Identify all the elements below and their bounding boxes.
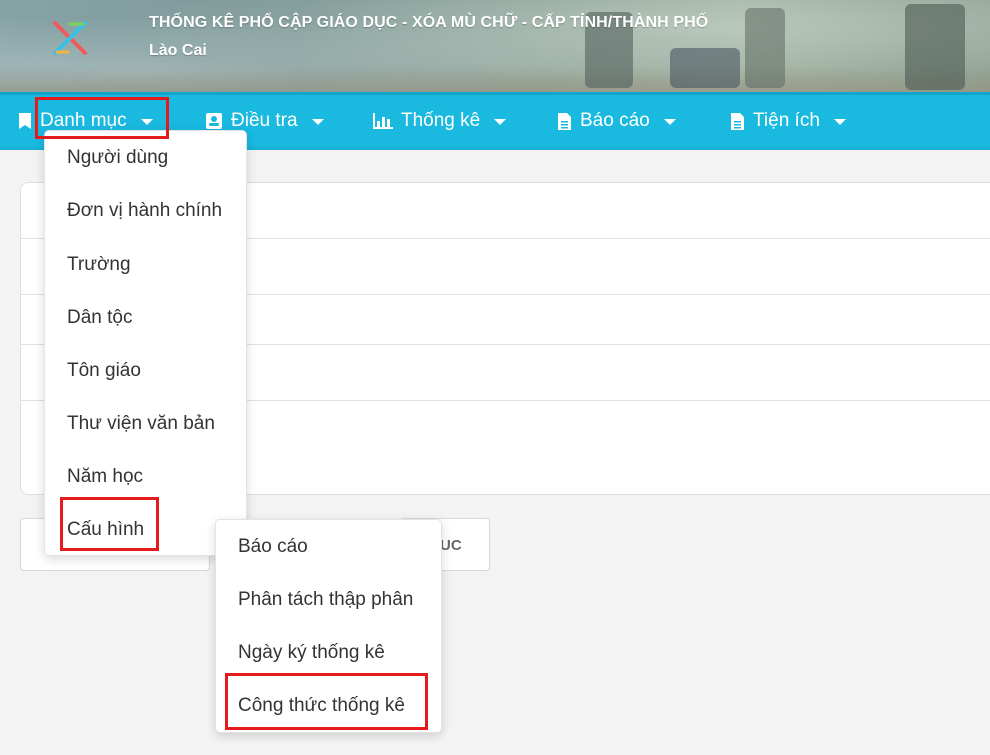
chevron-down-icon [833,119,846,125]
contact-card-icon [206,113,222,129]
submenu-item-label: Ngày ký thống kê [238,641,385,663]
chevron-down-icon [663,119,676,125]
menu-item-label: Đơn vị hành chính [67,199,223,221]
banner-scene-figure [905,4,965,90]
menu-item-thu-vien-van-ban[interactable]: Thư viện văn bản [45,397,246,450]
menu-item-label: Năm học [67,465,144,487]
menu-item-dan-toc[interactable]: Dân tộc [45,291,246,344]
document-icon [558,112,571,130]
chevron-down-icon [494,119,507,125]
nav-label: Tiện ích [753,110,820,131]
submenu-item-label: Phân tách thập phân [238,588,414,610]
banner-ground [0,66,990,92]
banner-scene-figure [670,48,740,88]
nav-item-tien-ich[interactable]: Tiện ích [730,95,846,147]
highlight-box-cong-thuc-thong-ke [225,673,428,730]
colorful-x-logo-icon[interactable] [50,18,90,58]
header-banner: THỐNG KÊ PHỔ CẬP GIÁO DỤC - XÓA MÙ CHỮ -… [0,0,990,92]
danh-muc-dropdown: Người dùng Đơn vị hành chính Trường Dân … [44,130,247,556]
menu-item-truong[interactable]: Trường [45,238,246,291]
site-title: THỐNG KÊ PHỔ CẬP GIÁO DỤC - XÓA MÙ CHỮ -… [149,14,709,31]
nav-label: Điều tra [231,110,298,131]
highlight-box-cau-hinh [60,497,159,551]
banner-scene-figure [745,8,785,88]
menu-item-label: Tôn giáo [67,359,141,381]
nav-item-thong-ke[interactable]: Thống kê [373,95,507,147]
menu-item-label: Người dùng [67,146,169,168]
highlight-box-danh-muc [35,97,169,139]
menu-item-don-vi-hanh-chinh[interactable]: Đơn vị hành chính [45,184,246,237]
submenu-item-ngay-ky-thong-ke[interactable]: Ngày ký thống kê [216,626,441,679]
submenu-item-bao-cao[interactable]: Báo cáo [216,520,441,573]
nav-label: Thống kê [401,110,481,131]
site-subtitle: Lào Cai [149,42,207,59]
document-icon [731,112,744,130]
menu-item-label: Thư viện văn bản [67,412,215,434]
submenu-item-phan-tach-thap-phan[interactable]: Phân tách thập phân [216,573,441,626]
nav-label: Báo cáo [580,110,650,131]
chevron-down-icon [311,119,324,125]
background-button-label: UC [440,537,462,554]
bookmark-icon [19,113,31,129]
menu-item-ton-giao[interactable]: Tôn giáo [45,344,246,397]
menu-item-nam-hoc[interactable]: Năm học [45,450,246,503]
submenu-item-label: Báo cáo [238,535,308,557]
bar-chart-icon [373,113,393,129]
menu-item-label: Trường [67,253,131,275]
menu-item-label: Dân tộc [67,306,133,328]
nav-item-bao-cao[interactable]: Báo cáo [557,95,676,147]
